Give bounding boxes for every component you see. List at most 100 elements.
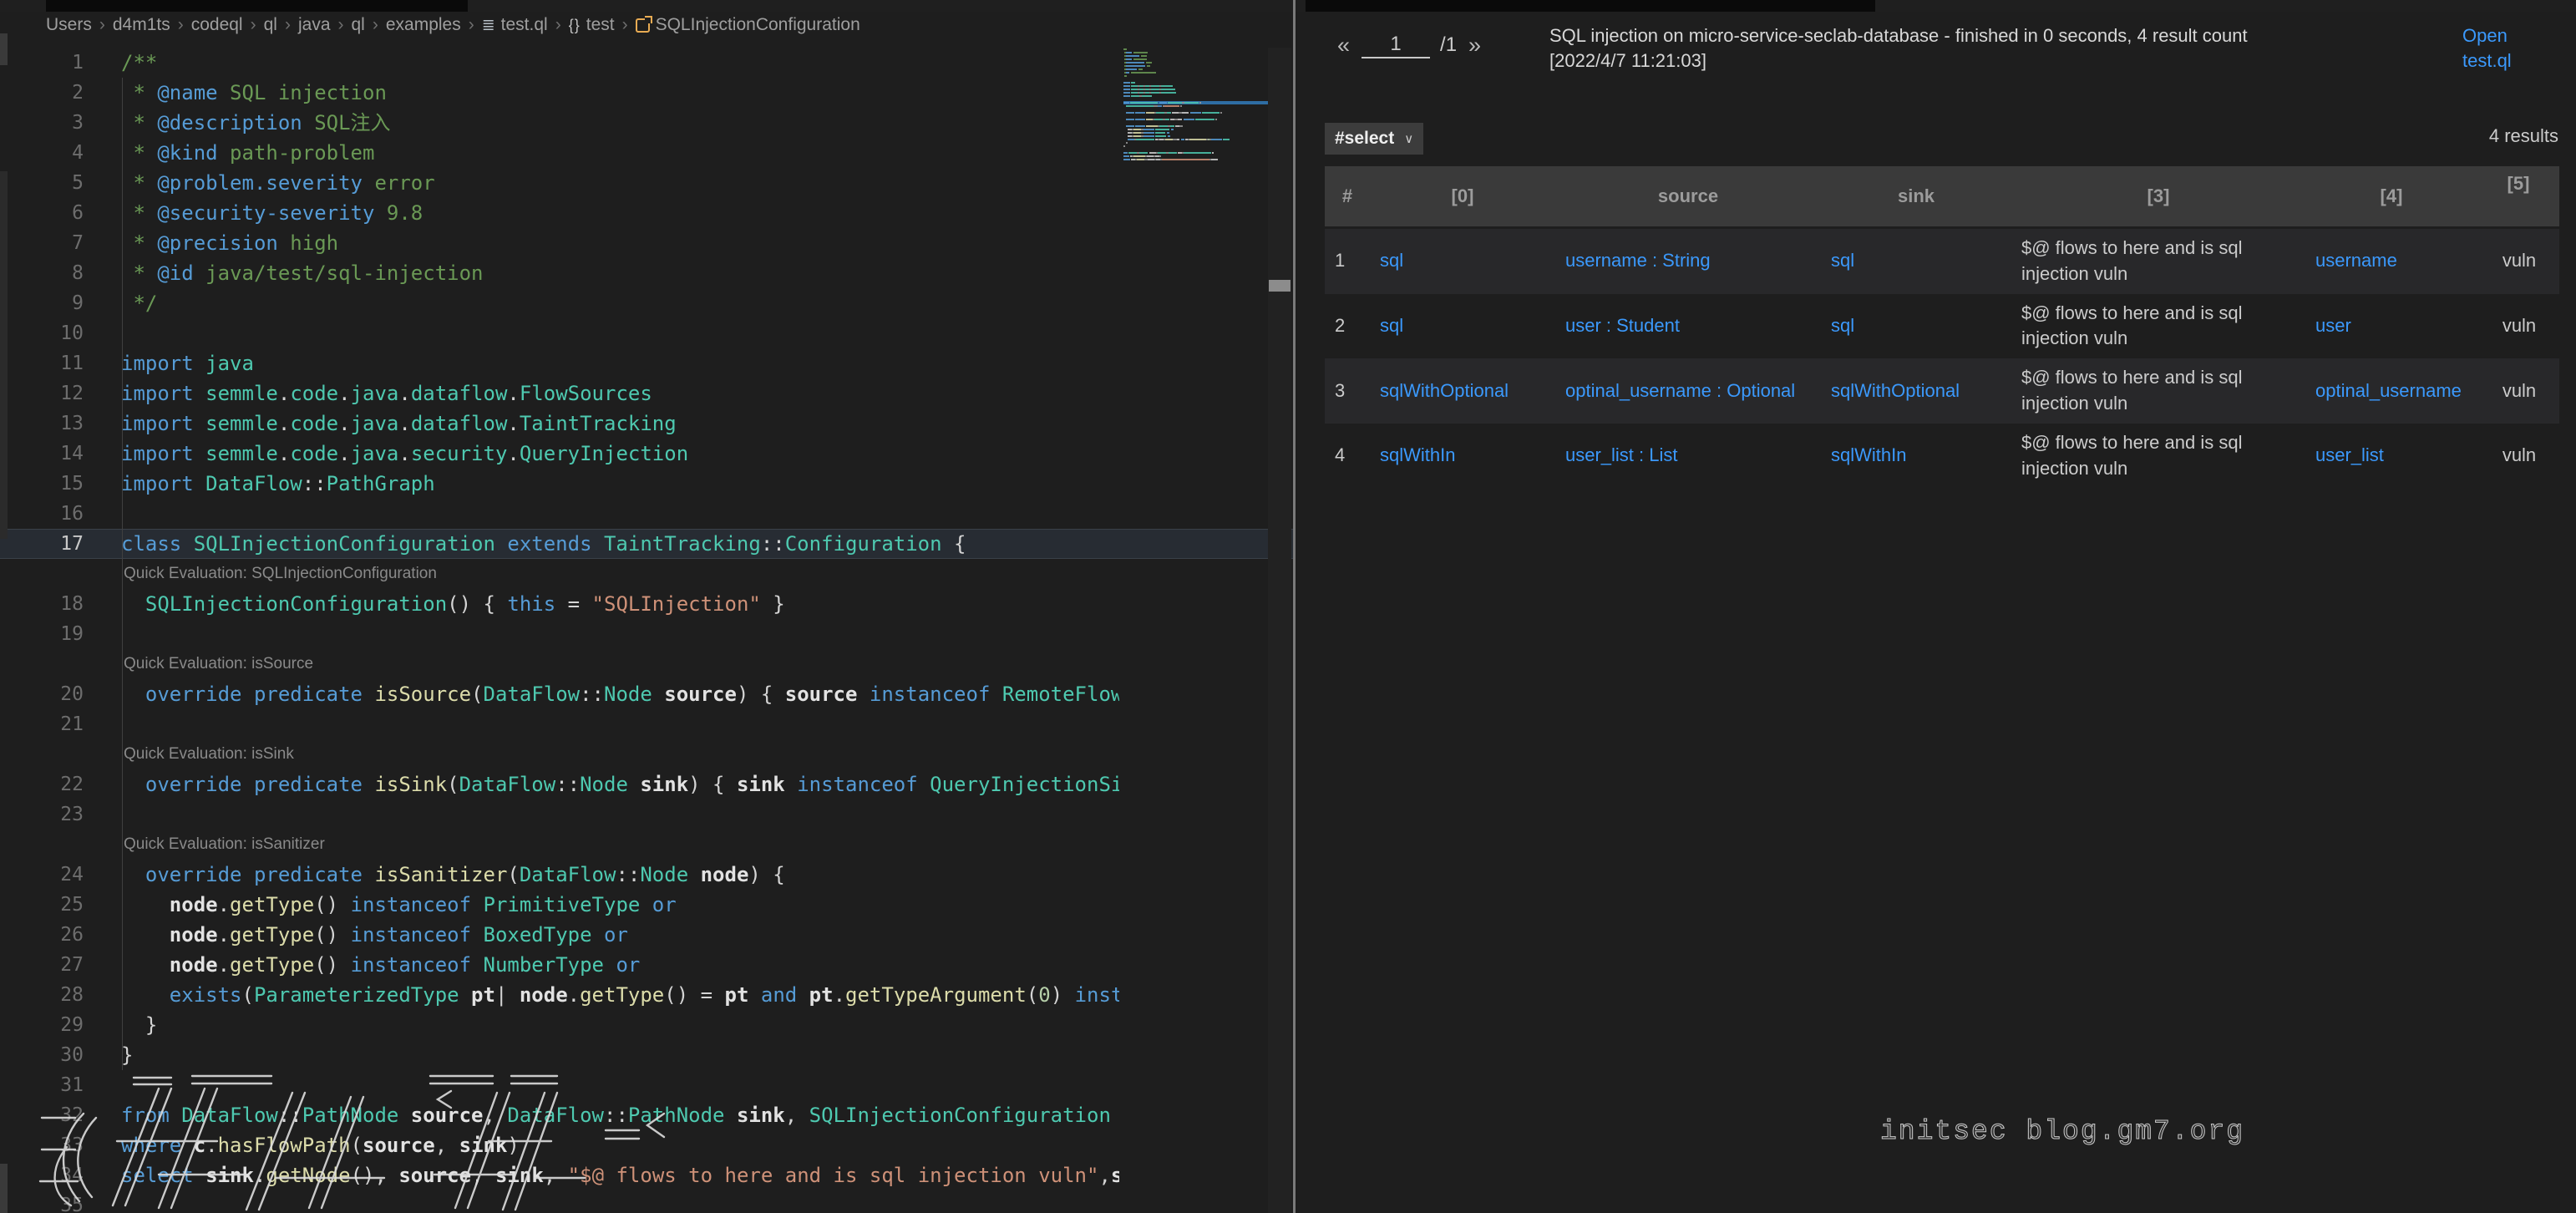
result-link[interactable]: sql	[1380, 315, 1403, 336]
breadcrumb-item[interactable]: examples	[386, 15, 461, 35]
line-number: 34	[0, 1165, 84, 1186]
line-number: 8	[0, 262, 84, 284]
code-line[interactable]: 3 * @description SQL注入	[0, 108, 1293, 138]
breadcrumb-item[interactable]: {}test	[569, 15, 615, 35]
result-link[interactable]: sql	[1831, 250, 1854, 271]
code-line[interactable]: 11import java	[0, 348, 1293, 378]
table-cell: user_list	[2305, 436, 2477, 475]
code-line[interactable]: 17class SQLInjectionConfiguration extend…	[0, 529, 1293, 559]
column-header: #	[1325, 166, 1370, 226]
code-line[interactable]: 18 SQLInjectionConfiguration() { this = …	[0, 589, 1293, 619]
code-editor-pane: Users›d4m1ts›codeql›ql›java›ql›examples›…	[0, 0, 1293, 1213]
code-line-text: override predicate isSource(DataFlow::No…	[121, 679, 1119, 709]
code-line[interactable]: 6 * @security-severity 9.8	[0, 198, 1293, 228]
code-line[interactable]: 29 }	[0, 1010, 1293, 1040]
breadcrumb-item[interactable]: Users	[46, 15, 92, 35]
breadcrumb-item[interactable]: codeql	[191, 15, 243, 35]
code-line[interactable]: 13import semmle.code.java.dataflow.Taint…	[0, 409, 1293, 439]
breadcrumb: Users›d4m1ts›codeql›ql›java›ql›examples›…	[46, 12, 860, 38]
code-line[interactable]: 34select sink.getNode(), source, sink, "…	[0, 1160, 1293, 1190]
result-link[interactable]: sqlWithIn	[1380, 444, 1455, 465]
breadcrumb-item[interactable]: ql	[352, 15, 365, 35]
open-query-link[interactable]: Open test.ql	[2462, 23, 2539, 74]
code-line[interactable]: 1/**	[0, 48, 1293, 78]
breadcrumb-item[interactable]: SQLInjectionConfiguration	[636, 15, 860, 35]
page-number-input[interactable]	[1362, 32, 1430, 58]
editor-tab-remnant[interactable]	[46, 0, 468, 12]
code-line[interactable]: 25 node.getType() instanceof PrimitiveTy…	[0, 890, 1293, 920]
results-tab-remnant[interactable]	[1306, 0, 1875, 12]
code-line-text: import semmle.code.java.security.QueryIn…	[121, 439, 1119, 469]
code-line[interactable]: 8 * @id java/test/sql-injection	[0, 258, 1293, 288]
code-line[interactable]: 2 * @name SQL injection	[0, 78, 1293, 108]
code-line[interactable]: 7 * @precision high	[0, 228, 1293, 258]
result-link[interactable]: user_list : List	[1565, 444, 1678, 465]
code-line[interactable]: 4 * @kind path-problem	[0, 138, 1293, 168]
result-link[interactable]: user_list	[2315, 444, 2384, 465]
breadcrumb-item[interactable]: java	[298, 15, 331, 35]
code-line[interactable]: 19	[0, 619, 1293, 649]
code-line[interactable]: 20 override predicate isSource(DataFlow:…	[0, 679, 1293, 709]
result-link[interactable]: sqlWithOptional	[1380, 380, 1509, 401]
code-line[interactable]: 5 * @problem.severity error	[0, 168, 1293, 198]
code-line[interactable]: 30}	[0, 1040, 1293, 1070]
table-cell: vuln	[2477, 436, 2559, 475]
code-line[interactable]: 28 exists(ParameterizedType pt| node.get…	[0, 980, 1293, 1010]
scrollbar-thumb[interactable]	[1269, 280, 1291, 292]
code-line[interactable]: 10	[0, 318, 1293, 348]
code-line[interactable]: 16	[0, 499, 1293, 529]
table-cell: sqlWithOptional	[1821, 372, 2011, 411]
code-line[interactable]: 26 node.getType() instanceof BoxedType o…	[0, 920, 1293, 950]
line-number: 31	[0, 1074, 84, 1096]
codelens-label[interactable]: Quick Evaluation: isSink	[124, 745, 294, 764]
code-line[interactable]: 14import semmle.code.java.security.Query…	[0, 439, 1293, 469]
result-link[interactable]: sql	[1831, 315, 1854, 336]
line-number: 28	[0, 984, 84, 1006]
result-link[interactable]: user	[2315, 315, 2351, 336]
last-page-button[interactable]: »	[1467, 33, 1483, 58]
result-link[interactable]: username : String	[1565, 250, 1711, 271]
breadcrumb-separator: ›	[622, 15, 628, 35]
code-line[interactable]: 23	[0, 799, 1293, 830]
result-link[interactable]: user : Student	[1565, 315, 1680, 336]
codelens-label[interactable]: Quick Evaluation: SQLInjectionConfigurat…	[124, 565, 437, 583]
first-page-button[interactable]: «	[1336, 33, 1351, 58]
column-header: source	[1555, 166, 1821, 226]
code-line[interactable]: 32from DataFlow::PathNode source, DataFl…	[0, 1100, 1293, 1130]
result-link[interactable]: sqlWithIn	[1831, 444, 1906, 465]
codelens-label[interactable]: Quick Evaluation: isSource	[124, 655, 313, 673]
breadcrumb-item[interactable]: ≣test.ql	[482, 15, 548, 35]
watermark-text: initsec blog.gm7.org	[1880, 1116, 2244, 1147]
code-line[interactable]: 24 override predicate isSanitizer(DataFl…	[0, 860, 1293, 890]
breadcrumb-item[interactable]: d4m1ts	[113, 15, 170, 35]
code-line[interactable]: 27 node.getType() instanceof NumberType …	[0, 950, 1293, 980]
left-rail-segment	[0, 33, 8, 65]
code-line[interactable]: 33where c.hasFlowPath(source, sink)	[0, 1130, 1293, 1160]
line-number: 21	[0, 713, 84, 735]
result-set-select[interactable]: #select ∨	[1325, 123, 1423, 155]
line-number: 7	[0, 232, 84, 254]
code-line[interactable]: 22 override predicate isSink(DataFlow::N…	[0, 769, 1293, 799]
code-line[interactable]: 35	[0, 1190, 1293, 1213]
table-cell: sqlWithIn	[1370, 436, 1555, 475]
minimap[interactable]	[1123, 48, 1268, 165]
scrollbar-track[interactable]	[1268, 48, 1291, 1213]
breadcrumb-item[interactable]: ql	[264, 15, 277, 35]
code-line[interactable]: 9 */	[0, 288, 1293, 318]
code-line[interactable]: 15import DataFlow::PathGraph	[0, 469, 1293, 499]
code-line[interactable]: 21	[0, 709, 1293, 739]
result-link[interactable]: optinal_username	[2315, 380, 2462, 401]
result-link[interactable]: username	[2315, 250, 2397, 271]
result-link[interactable]: sqlWithOptional	[1831, 380, 1960, 401]
result-link[interactable]: sql	[1380, 250, 1403, 271]
line-number: 22	[0, 774, 84, 795]
line-number: 13	[0, 413, 84, 434]
codelens-label[interactable]: Quick Evaluation: isSanitizer	[124, 835, 325, 854]
code-line[interactable]: 31	[0, 1070, 1293, 1100]
result-link[interactable]: optinal_username : Optional	[1565, 380, 1795, 401]
code-lines-container: 1/**2 * @name SQL injection3 * @descript…	[0, 48, 1293, 1213]
table-cell: $@ flows to here and is sql injection vu…	[2011, 294, 2305, 359]
line-number: 16	[0, 503, 84, 525]
breadcrumb-label: ql	[264, 15, 277, 35]
code-line[interactable]: 12import semmle.code.java.dataflow.FlowS…	[0, 378, 1293, 409]
